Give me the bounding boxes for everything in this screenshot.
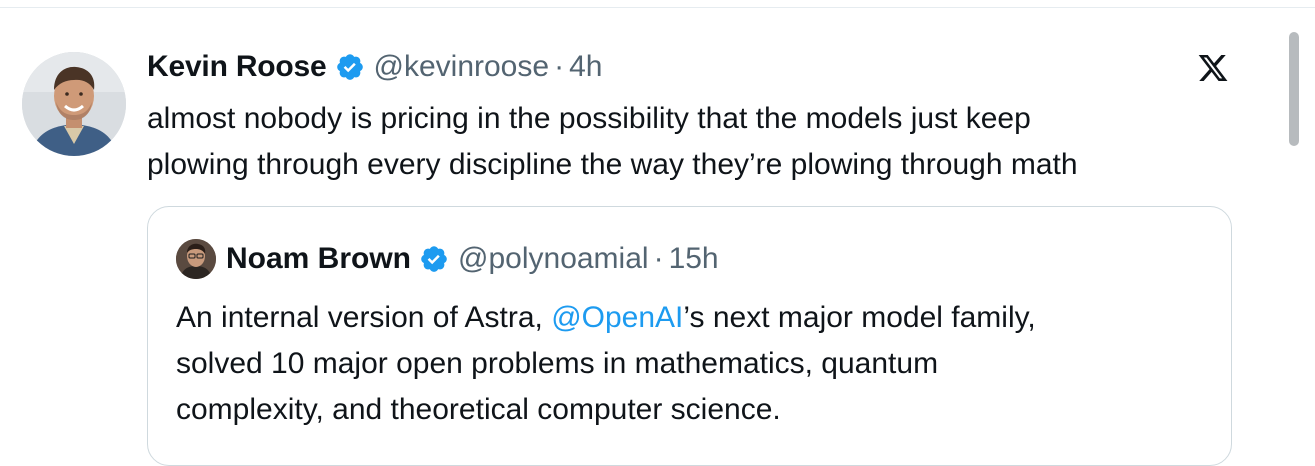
quoted-tweet-timestamp[interactable]: 15h: [669, 242, 719, 276]
quoted-author-avatar-image: [176, 239, 216, 279]
quoted-tweet-text-line: complexity, and theoretical computer sci…: [176, 393, 781, 426]
quoted-author-handle[interactable]: @polynoamial: [458, 242, 649, 276]
tweet-text-line: almost nobody is pricing in the possibil…: [147, 102, 1031, 135]
quoted-author-avatar[interactable]: [176, 239, 216, 279]
tweet-card[interactable]: Kevin Roose @kevinroose · 4h almost nobo…: [0, 0, 1315, 466]
quoted-tweet-header: Noam Brown @polynoamial · 15h: [176, 237, 719, 281]
quoted-text-segment: An internal version of Astra,: [176, 301, 552, 334]
quoted-tweet-text-line: An internal version of Astra, @OpenAI’s …: [176, 295, 1206, 341]
separator-dot: ·: [554, 50, 565, 83]
verified-badge-icon: [421, 246, 447, 272]
scrollbar-thumb[interactable]: [1289, 32, 1299, 146]
mention-link-openai[interactable]: @OpenAI: [551, 301, 683, 334]
tweet-text: almost nobody is pricing in the possibil…: [147, 96, 1237, 188]
quoted-author-name[interactable]: Noam Brown: [226, 242, 411, 276]
author-avatar[interactable]: [22, 52, 126, 156]
verified-badge-icon: [336, 54, 363, 80]
quoted-tweet[interactable]: Noam Brown @polynoamial · 15h An interna…: [147, 206, 1232, 466]
author-avatar-image: [22, 52, 126, 156]
tweet-text-line: plowing through every discipline the way…: [147, 148, 1078, 181]
tweet-header: Kevin Roose @kevinroose · 4h: [147, 46, 602, 88]
separator-dot: ·: [653, 242, 664, 275]
x-logo-icon[interactable]: [1196, 52, 1230, 84]
quoted-tweet-text: An internal version of Astra, @OpenAI’s …: [176, 295, 1206, 433]
author-handle[interactable]: @kevinroose: [374, 50, 550, 84]
quoted-text-segment: ’s next major model family,: [683, 301, 1036, 334]
quoted-tweet-text-line: solved 10 major open problems in mathema…: [176, 347, 939, 380]
tweet-timestamp[interactable]: 4h: [569, 50, 602, 84]
author-name[interactable]: Kevin Roose: [147, 50, 327, 84]
